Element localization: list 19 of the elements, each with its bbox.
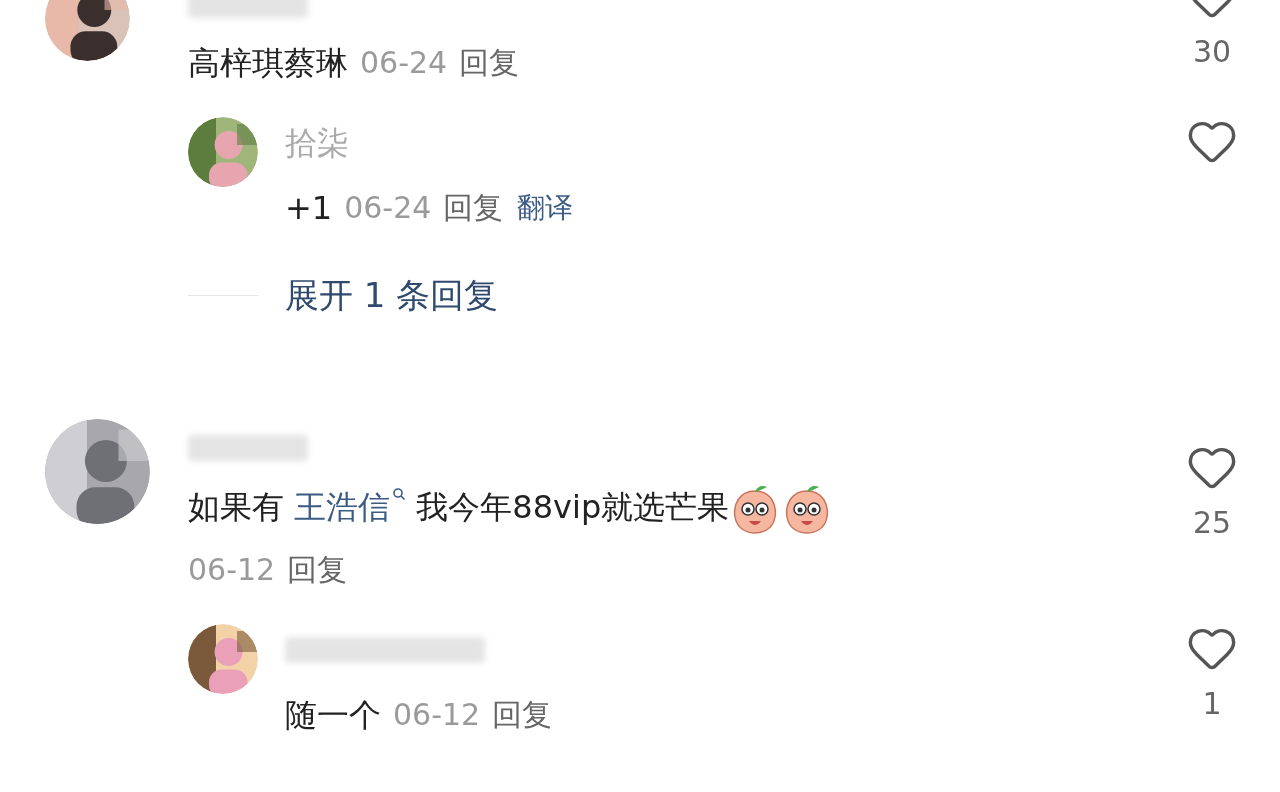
comment-text: 高梓琪蔡琳 <box>188 42 348 83</box>
reply-link[interactable]: 回复 <box>287 547 348 592</box>
comment-date: 06-24 <box>360 44 448 82</box>
like-count: 25 <box>1192 504 1232 542</box>
comment-text: +1 <box>285 187 333 228</box>
reply-link[interactable]: 回复 <box>492 692 553 737</box>
search-icon <box>392 487 407 501</box>
mention-link[interactable]: 王浩信 <box>294 488 407 526</box>
reply-link[interactable]: 回复 <box>459 40 520 85</box>
like-count: 30 <box>1192 33 1232 71</box>
like-count: 1 <box>1202 685 1222 723</box>
translate-link[interactable]: 翻译 <box>517 186 574 229</box>
expand-replies-link[interactable]: 展开 1 条回复 <box>285 270 499 321</box>
comment-date: 06-24 <box>344 189 432 227</box>
comment-text: 如果有 王浩信 我今年88vip就选芒果 <box>188 483 834 535</box>
comment-text: 随一个 <box>285 694 381 735</box>
reply-link[interactable]: 回复 <box>443 185 504 230</box>
comment-date: 06-12 <box>188 551 276 589</box>
comment-date: 06-12 <box>393 696 481 734</box>
